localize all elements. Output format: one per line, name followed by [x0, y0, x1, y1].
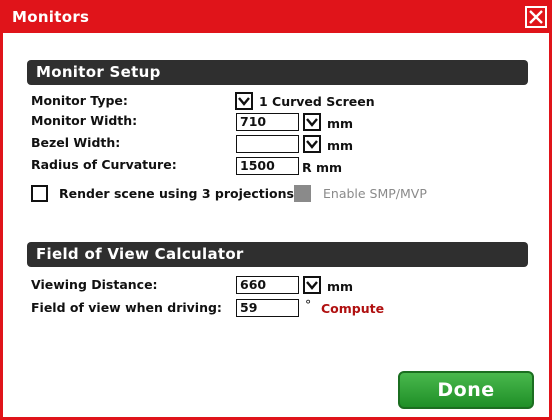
bezel-width-unit-dropdown[interactable]	[303, 135, 321, 153]
monitor-width-label: Monitor Width:	[31, 113, 138, 128]
radius-label: Radius of Curvature:	[31, 157, 177, 172]
radius-unit: R mm	[302, 160, 343, 175]
dialog-title: Monitors	[12, 8, 90, 26]
monitor-type-label: Monitor Type:	[31, 93, 128, 108]
viewing-distance-unit: mm	[327, 279, 354, 294]
chevron-down-icon	[306, 118, 318, 127]
close-icon	[529, 10, 543, 24]
close-button[interactable]	[525, 6, 547, 28]
smp-checkbox[interactable]	[294, 185, 311, 202]
chevron-down-icon	[238, 97, 250, 106]
monitor-width-unit: mm	[327, 116, 354, 131]
viewing-distance-input[interactable]: 660	[236, 276, 299, 294]
compute-link[interactable]: Compute	[321, 301, 384, 316]
smp-label: Enable SMP/MVP	[323, 186, 427, 201]
monitor-width-unit-dropdown[interactable]	[303, 113, 321, 131]
bezel-width-input[interactable]	[236, 135, 299, 153]
fov-calculator-header: Field of View Calculator	[27, 242, 528, 267]
monitors-dialog: Monitors Monitor Setup Monitor Type: 1 C…	[0, 0, 552, 420]
fov-input[interactable]: 59	[236, 299, 299, 317]
bezel-width-label: Bezel Width:	[31, 135, 121, 150]
render-projections-checkbox[interactable]	[31, 185, 48, 202]
fov-label: Field of view when driving:	[31, 300, 222, 315]
monitor-width-input[interactable]: 710	[236, 113, 299, 131]
bezel-width-unit: mm	[327, 138, 354, 153]
chevron-down-icon	[306, 281, 318, 290]
monitor-setup-header: Monitor Setup	[27, 60, 528, 85]
monitor-type-dropdown[interactable]	[235, 92, 253, 110]
radius-input[interactable]: 1500	[236, 157, 299, 175]
chevron-down-icon	[306, 140, 318, 149]
render-projections-label: Render scene using 3 projections	[59, 186, 294, 201]
title-bar: Monitors	[3, 3, 549, 33]
degree-symbol: °	[305, 297, 312, 312]
viewing-distance-label: Viewing Distance:	[31, 277, 158, 292]
done-button[interactable]: Done	[398, 371, 534, 409]
viewing-distance-unit-dropdown[interactable]	[303, 276, 321, 294]
monitor-type-value: 1 Curved Screen	[259, 94, 375, 109]
